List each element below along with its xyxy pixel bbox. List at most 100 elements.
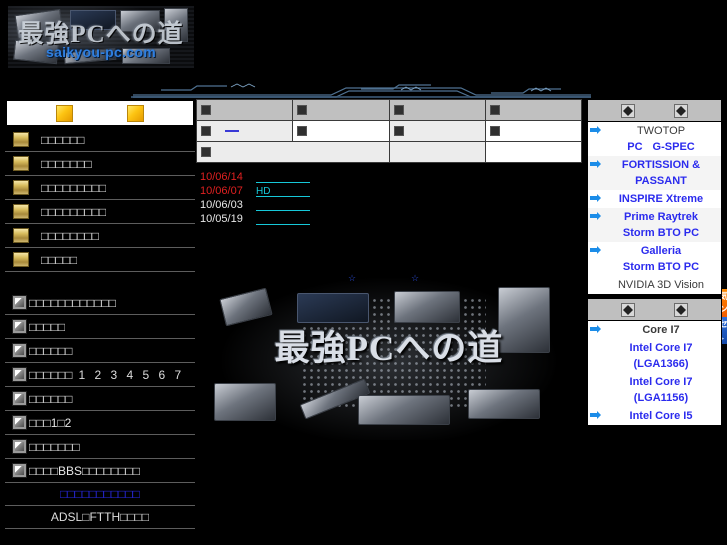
table-cell[interactable] (484, 120, 583, 142)
shop-text: NVIDIA 3D Vision (603, 277, 719, 293)
shop-row-galleria[interactable]: Galleria Storm BTO PC (588, 242, 721, 276)
news-link[interactable]: HD (256, 186, 310, 197)
cpu-name[interactable]: Intel Core I5 (603, 408, 719, 424)
cpu-group-title: Core I7 (642, 324, 680, 336)
shop-name-line2[interactable]: Storm BTO PC (603, 225, 719, 241)
table-cell[interactable] (484, 141, 583, 163)
news-date: 10/05/19 (200, 213, 243, 225)
shop-row-raytrek[interactable]: Prime Raytrek Storm BTO PC (588, 208, 721, 242)
shop-name-line2[interactable]: PASSANT (603, 173, 719, 189)
table-cell[interactable] (388, 120, 486, 142)
sidebar-menu-group-secondary: □□□□□□□□□□□□ □□□□□ □□□□□□ □□□□□□ 1 2 3 4… (5, 290, 195, 529)
site-logo-banner[interactable]: 最強PCへの道 saikyou-pc.com (8, 6, 194, 68)
cpu-socket[interactable]: (LGA1156) (603, 390, 719, 406)
sidebar-item-10[interactable]: □□□□□□ (5, 387, 195, 411)
shop-sublink-pc[interactable]: PC (627, 139, 642, 155)
cpu-row-header[interactable]: Core I7 (588, 321, 721, 339)
gold-square-icon[interactable] (56, 104, 73, 122)
sidebar-item-label: □□□□□□□□□ (41, 204, 107, 219)
cpu-text: Intel Core I7 (LGA1366) (603, 340, 719, 372)
sidebar-link-item[interactable]: □□□□□□□□□□□ (5, 483, 195, 506)
sidebar-item-page-numbers[interactable]: 1 2 3 4 5 6 7 (79, 368, 185, 382)
table-cell[interactable] (292, 120, 390, 142)
shop-row-twotop[interactable]: TWOTOP PC G-SPEC (588, 122, 721, 156)
center-content: 10/06/14 10/06/07 HD 10/06/03 10/05/19 ▲… (195, 99, 727, 545)
shop-sublink-gspec[interactable]: G-SPEC (653, 139, 695, 155)
sidebar-item-2[interactable]: □□□□□□□□□ (5, 176, 195, 200)
hero-keyboard (358, 395, 450, 425)
table-cell[interactable] (195, 120, 294, 142)
sidebar-item-9[interactable]: □□□□□□ 1 2 3 4 5 6 7 (5, 363, 195, 387)
shop-name-line1[interactable]: Prime Raytrek (603, 209, 719, 225)
news-date: 10/06/03 (200, 199, 243, 211)
news-item[interactable]: 10/06/07 HD (200, 184, 310, 198)
silver-square-icon (12, 439, 27, 454)
hero-optical-drive (468, 389, 540, 419)
cpu-row-i5[interactable]: Intel Core I5 (588, 407, 721, 425)
panel-header (588, 299, 721, 321)
sidebar-item-11[interactable]: □□□1□2 (5, 411, 195, 435)
sidebar-item-5[interactable]: □□□□□ (5, 248, 195, 272)
table-cell[interactable] (388, 141, 486, 163)
hero-image[interactable]: ☆ ☆ 最強PCへの道 (196, 265, 582, 440)
sidebar-item-12[interactable]: □□□□□□□ (5, 435, 195, 459)
left-sidebar: □□□□□□ □□□□□□□ □□□□□□□□□ □□□□□□□□□ □□□□□… (5, 99, 195, 545)
sidebar-item-4[interactable]: □□□□□□□□ (5, 224, 195, 248)
shop-row-nvidia[interactable]: NVIDIA 3D Vision (588, 276, 721, 294)
news-link[interactable] (256, 214, 310, 225)
sidebar-top-banner[interactable] (5, 99, 195, 127)
table-row[interactable] (196, 141, 583, 163)
cpu-row-lga1366[interactable]: Intel Core I7 (LGA1366) (588, 339, 721, 373)
shop-name[interactable]: INSPIRE Xtreme (603, 191, 719, 207)
sidebar-item-1[interactable]: □□□□□□□ (5, 152, 195, 176)
sidebar-adsl-ftth-item[interactable]: ADSL□FTTH□□□□ (5, 506, 195, 529)
sidebar-item-6[interactable]: □□□□□□□□□□□□ (5, 291, 195, 315)
broken-image-icon (673, 302, 688, 317)
shop-name-line1[interactable]: Galleria (603, 243, 719, 259)
hero-hdd (214, 383, 276, 421)
shop-sublinks: PC G-SPEC (603, 139, 719, 155)
shop-text: INSPIRE Xtreme (603, 191, 719, 207)
sidebar-item-label: □□□□□□□ (29, 439, 80, 454)
sidebar-item-7[interactable]: □□□□□ (5, 315, 195, 339)
sidebar-item-label: □□□□□□ (41, 132, 85, 147)
table-cell[interactable] (196, 141, 390, 163)
news-link[interactable] (256, 200, 310, 211)
shop-name: NVIDIA 3D Vision (617, 279, 704, 291)
black-square-icon (393, 104, 404, 115)
sidebar-item-0[interactable]: □□□□□□ (5, 128, 195, 152)
black-square-icon (201, 125, 211, 136)
black-square-icon (489, 125, 500, 136)
inline-link[interactable] (225, 129, 239, 132)
shop-name: TWOTOP (636, 125, 686, 137)
shop-text: FORTISSION & PASSANT (603, 157, 719, 189)
cpu-name[interactable]: Intel Core I7 (603, 374, 719, 390)
news-item[interactable]: 10/05/19 (200, 212, 310, 226)
sidebar-item-label: □□□□□□□□ (41, 228, 99, 243)
shop-name-line1[interactable]: FORTISSION & (603, 157, 719, 173)
news-item[interactable]: 10/06/03 (200, 198, 310, 212)
cpu-row-lga1156[interactable]: Intel Core I7 (LGA1156) (588, 373, 721, 407)
black-square-icon (489, 104, 500, 115)
arrow-right-icon (590, 246, 603, 254)
shop-name-line2[interactable]: Storm BTO PC (603, 259, 719, 275)
silver-square-icon (12, 319, 27, 334)
table-row[interactable] (195, 120, 583, 142)
cpu-socket[interactable]: (LGA1366) (603, 356, 719, 372)
hero-gpu (297, 293, 369, 323)
gold-square-icon[interactable] (127, 104, 144, 122)
arrow-right-icon (590, 160, 603, 168)
news-item[interactable]: 10/06/14 (200, 170, 310, 184)
cpu-name[interactable]: Intel Core I7 (603, 340, 719, 356)
sidebar-item-label: □□□□□□ (29, 391, 73, 406)
shop-row-inspire[interactable]: INSPIRE Xtreme (588, 190, 721, 208)
shop-row-fortission[interactable]: FORTISSION & PASSANT (588, 156, 721, 190)
sidebar-item-label: □□□□BBS□□□□□□□□ (29, 463, 140, 478)
sidebar-item-13[interactable]: □□□□BBS□□□□□□□□ (5, 459, 195, 483)
sidebar-item-8[interactable]: □□□□□□ (5, 339, 195, 363)
silver-square-icon (12, 295, 27, 310)
broken-image-icon (673, 103, 688, 118)
news-link[interactable] (256, 172, 310, 183)
sidebar-menu-group-primary: □□□□□□ □□□□□□□ □□□□□□□□□ □□□□□□□□□ □□□□□… (5, 127, 195, 272)
sidebar-item-3[interactable]: □□□□□□□□□ (5, 200, 195, 224)
